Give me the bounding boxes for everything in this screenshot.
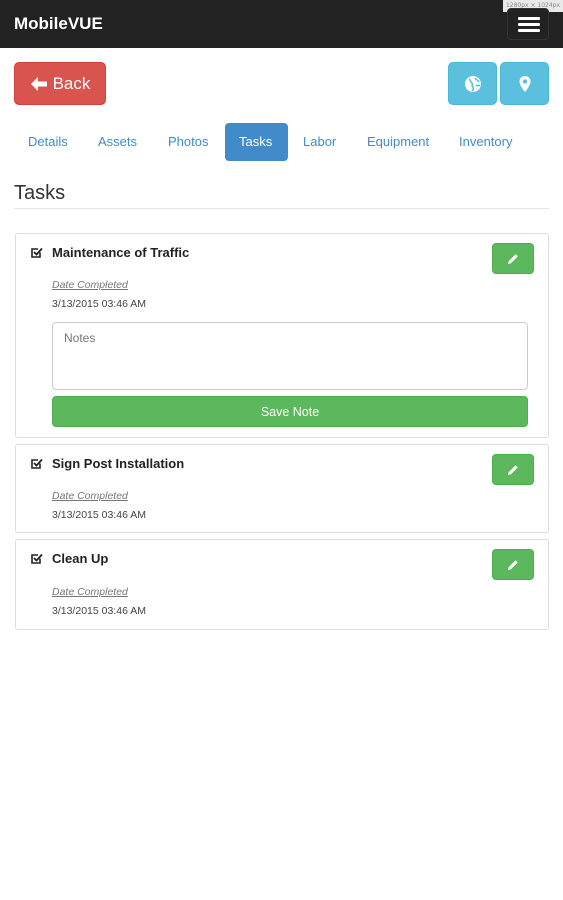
task-card: Clean Up Date Completed 3/13/2015 03:46 … [15, 539, 549, 630]
tab-inventory[interactable]: Inventory [445, 123, 526, 161]
tab-labor[interactable]: Labor [289, 123, 350, 161]
page-title: Tasks [14, 182, 66, 204]
tab-equipment[interactable]: Equipment [353, 123, 443, 161]
tab-photos[interactable]: Photos [154, 123, 222, 161]
globe-button[interactable] [448, 62, 497, 105]
navbar: MobileVUE 1280px × 1024px [0, 0, 563, 48]
save-note-button[interactable]: Save Note [52, 396, 528, 427]
pencil-icon [508, 253, 518, 264]
map-marker-icon [519, 75, 530, 92]
date-completed-label: Date Completed [52, 279, 128, 291]
date-completed-label: Date Completed [52, 586, 128, 598]
hamburger-menu-icon [518, 23, 540, 26]
date-completed-value: 3/13/2015 03:46 AM [52, 298, 146, 310]
tab-details[interactable]: Details [14, 123, 82, 161]
app-title[interactable]: MobileVUE [14, 14, 103, 34]
checked-checkbox-icon [31, 247, 43, 258]
arrow-left-icon [30, 76, 47, 91]
notes-textarea[interactable] [52, 322, 528, 390]
date-completed-value: 3/13/2015 03:46 AM [52, 605, 146, 617]
tab-tasks[interactable]: Tasks [225, 123, 288, 161]
checked-checkbox-icon [31, 458, 43, 469]
back-button[interactable]: Back [14, 62, 106, 105]
checked-checkbox-icon [31, 553, 43, 564]
edit-task-button[interactable] [492, 454, 534, 485]
title-divider [14, 208, 549, 209]
globe-icon [464, 75, 481, 92]
map-marker-button[interactable] [500, 62, 549, 105]
task-title: Maintenance of Traffic [52, 245, 190, 260]
task-title: Clean Up [52, 551, 109, 566]
edit-task-button[interactable] [492, 549, 534, 580]
task-card: Sign Post Installation Date Completed 3/… [15, 444, 549, 533]
pencil-icon [508, 464, 518, 475]
date-completed-label: Date Completed [52, 490, 128, 502]
back-button-label: Back [52, 73, 91, 93]
date-completed-value: 3/13/2015 03:46 AM [52, 509, 146, 521]
task-card: Maintenance of Traffic Date Completed 3/… [15, 233, 549, 438]
pencil-icon [508, 559, 518, 570]
task-title: Sign Post Installation [52, 456, 185, 471]
hamburger-menu-icon [518, 29, 540, 32]
edit-task-button[interactable] [492, 243, 534, 274]
hamburger-menu-icon [518, 17, 540, 20]
tab-assets[interactable]: Assets [84, 123, 151, 161]
hamburger-menu-button[interactable] [507, 8, 549, 40]
